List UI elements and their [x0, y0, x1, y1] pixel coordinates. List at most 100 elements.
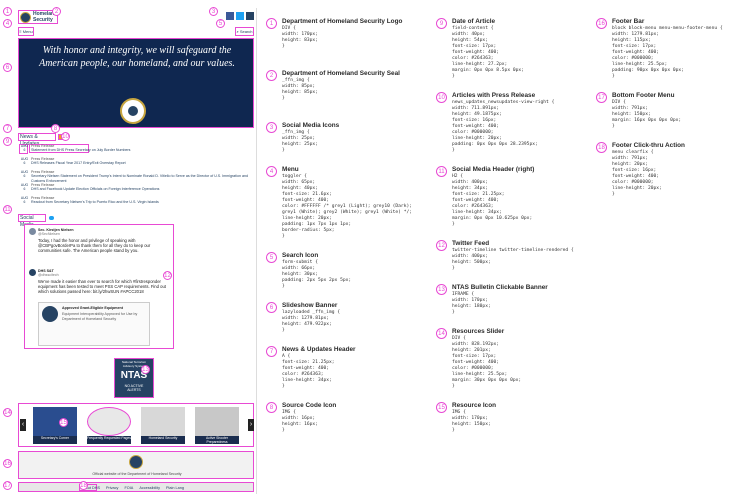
- news-title[interactable]: Secretary Nielsen Statement on President…: [31, 174, 251, 183]
- ntas-banner[interactable]: National Terrorism Advisory System NTAS …: [114, 358, 154, 398]
- footer-menu-link[interactable]: Plain Lang: [166, 486, 184, 490]
- footer-menu-link[interactable]: Accessibility: [139, 486, 160, 490]
- footer-menu-link[interactable]: Privacy: [106, 486, 118, 490]
- spec-block: 12 Twitter Feed twitter-timeline twitter-…: [436, 240, 586, 272]
- annotation-marker: 16: [3, 459, 12, 468]
- spec-marker: 7: [266, 346, 277, 357]
- spec-block: 14 Resources Slider DIV {width: 828.192px…: [436, 328, 586, 390]
- news-date-day: 6: [23, 200, 26, 204]
- spec-line: }: [452, 384, 455, 389]
- spec-title: Search Icon: [282, 252, 319, 259]
- search-button[interactable]: ⌕ Search: [235, 27, 254, 36]
- spec-title: Footer Bar: [612, 18, 645, 25]
- annotation-marker: 4: [3, 19, 12, 28]
- tweet-2[interactable]: DHS S&T @dhsscitech We've made it easier…: [29, 269, 171, 347]
- news-date: AUG 6: [20, 157, 29, 165]
- annotation-marker: 9: [3, 137, 12, 146]
- spec-line: }: [282, 148, 285, 153]
- tweet-2-card[interactable]: Approved Grant-Eligible Equipment Equipm…: [38, 302, 150, 346]
- spec-block: 9 Date of Article field-content {width: 4…: [436, 18, 586, 80]
- spec-block: 16 Footer Bar block block-menu menu-menu-…: [596, 18, 746, 80]
- news-item[interactable]: AUG 6 Press Release Statement from DHS P…: [18, 144, 254, 156]
- annotation-marker: 5: [216, 19, 225, 28]
- footer-menu-link[interactable]: FOIA: [124, 486, 133, 490]
- twitter-icon[interactable]: [236, 12, 244, 20]
- spec-title: Date of Article: [452, 18, 496, 25]
- news-item[interactable]: AUG 6 Press Release Secretary Nielsen St…: [18, 170, 254, 183]
- spec-block: 7 News & Updates Header A {font-size: 21.…: [266, 346, 416, 390]
- email-icon[interactable]: [246, 12, 254, 20]
- spec-title: Resource Icon: [452, 402, 497, 409]
- spec-line: }: [282, 234, 285, 239]
- facebook-icon[interactable]: [226, 12, 234, 20]
- annotation-marker: 18: [79, 481, 88, 490]
- spec-block: 15 Resource Icon IMG {width: 170px; height…: [436, 402, 586, 434]
- twitter-feed[interactable]: Sec. Kirstjen Nielsen @SecNielsen Today,…: [24, 224, 174, 349]
- spec-block: 11 Social Media Header (right) H2 {width:…: [436, 166, 586, 228]
- resource-item[interactable]: Homeland Security: [141, 407, 185, 444]
- site-title-line2: Security: [33, 16, 53, 23]
- slider-next-button[interactable]: ›: [248, 419, 254, 431]
- card-title: Approved Grant-Eligible Equipment: [62, 306, 123, 310]
- news-item[interactable]: AUG 6 Press Release DHS and Facebook Upd…: [18, 183, 254, 195]
- tweet-1[interactable]: Sec. Kirstjen Nielsen @SecNielsen Today,…: [29, 228, 171, 266]
- news-date-day: 6: [23, 187, 26, 191]
- annotation-marker: 3: [209, 7, 218, 16]
- annotation-marker: 15: [59, 418, 68, 427]
- news-title[interactable]: DHS Releases Fiscal Year 2017 Entry/Exit…: [31, 161, 251, 166]
- news-item[interactable]: AUG 6 Press Release Readout from Secreta…: [18, 196, 254, 208]
- news-date: AUG 6: [20, 183, 29, 191]
- spec-marker: 4: [266, 166, 277, 177]
- spec-block: 17 Bottom Footer Menu DIV {width: 791px; h…: [596, 92, 746, 130]
- slider-prev-button[interactable]: ‹: [20, 419, 26, 431]
- spec-marker: 5: [266, 252, 277, 263]
- spec-title: Social Media Header (right): [452, 166, 535, 173]
- annotation-marker: 13: [141, 365, 150, 374]
- spec-title: Menu: [282, 166, 299, 173]
- spec-marker: 2: [266, 70, 277, 81]
- news-title[interactable]: Statement from DHS Press Secretary on Ju…: [31, 148, 251, 153]
- spec-title: Department of Homeland Security Seal: [282, 70, 400, 77]
- resource-label: Secretary's Corner: [33, 436, 77, 444]
- resource-label: Active Shooter Preparedness: [195, 436, 239, 444]
- resource-item[interactable]: Frequently Requested Pages: [87, 407, 131, 444]
- news-date-day: 6: [23, 174, 26, 178]
- news-item[interactable]: AUG 6 Press Release DHS Releases Fiscal …: [18, 157, 254, 169]
- spec-line: }: [612, 192, 615, 197]
- tweet-2-text: We've made it easier than ever to search…: [38, 279, 166, 295]
- avatar: [29, 269, 36, 276]
- search-label: Search: [239, 29, 253, 34]
- spec-marker: 3: [266, 122, 277, 133]
- spec-title: Social Media Icons: [282, 122, 340, 129]
- spec-title: Twitter Feed: [452, 240, 490, 247]
- spec-title: Source Code Icon: [282, 402, 337, 409]
- footer-seal-icon: [129, 455, 143, 469]
- spec-line: }: [282, 428, 285, 433]
- resource-label: Frequently Requested Pages: [87, 436, 131, 444]
- resource-item[interactable]: Secretary's Corner: [33, 407, 77, 444]
- resource-item[interactable]: Active Shooter Preparedness: [195, 407, 239, 444]
- news-date: AUG 6: [20, 196, 29, 204]
- news-title[interactable]: Readout from Secretary Nielsen's Trip to…: [31, 200, 251, 205]
- banner-seal-icon: [120, 98, 146, 124]
- spec-title: Footer Click-thru Action: [612, 142, 685, 149]
- spec-block: 6 Slideshow Banner lazyloaded _ffn_img {w…: [266, 302, 416, 334]
- footer-text: Official website of the Department of Ho…: [92, 472, 182, 476]
- spec-marker: 12: [436, 240, 447, 251]
- slideshow-banner[interactable]: With honor and integrity, we will safegu…: [18, 38, 254, 128]
- news-date: AUG 6: [20, 170, 29, 178]
- spec-title: Department of Homeland Security Logo: [282, 18, 403, 25]
- twitter-bird-icon: [49, 216, 54, 220]
- menu-button[interactable]: ≡ Menu: [18, 27, 34, 36]
- annotation-marker: 1: [3, 7, 12, 16]
- social-header-row: Social Media: [18, 214, 254, 228]
- spec-block: 3 Social Media Icons _ffn_img {width: 25p…: [266, 122, 416, 154]
- spec-marker: 15: [436, 402, 447, 413]
- spec-line: }: [282, 328, 285, 333]
- resources-slider: ‹ › Secretary's Corner Frequently Reques…: [18, 403, 254, 447]
- menu-label: Menu: [22, 29, 33, 34]
- news-title[interactable]: DHS and Facebook Update Election Officia…: [31, 187, 251, 192]
- news-header[interactable]: News & Updates: [18, 133, 56, 147]
- spec-marker: 17: [596, 92, 607, 103]
- news-date: AUG 6: [20, 144, 29, 152]
